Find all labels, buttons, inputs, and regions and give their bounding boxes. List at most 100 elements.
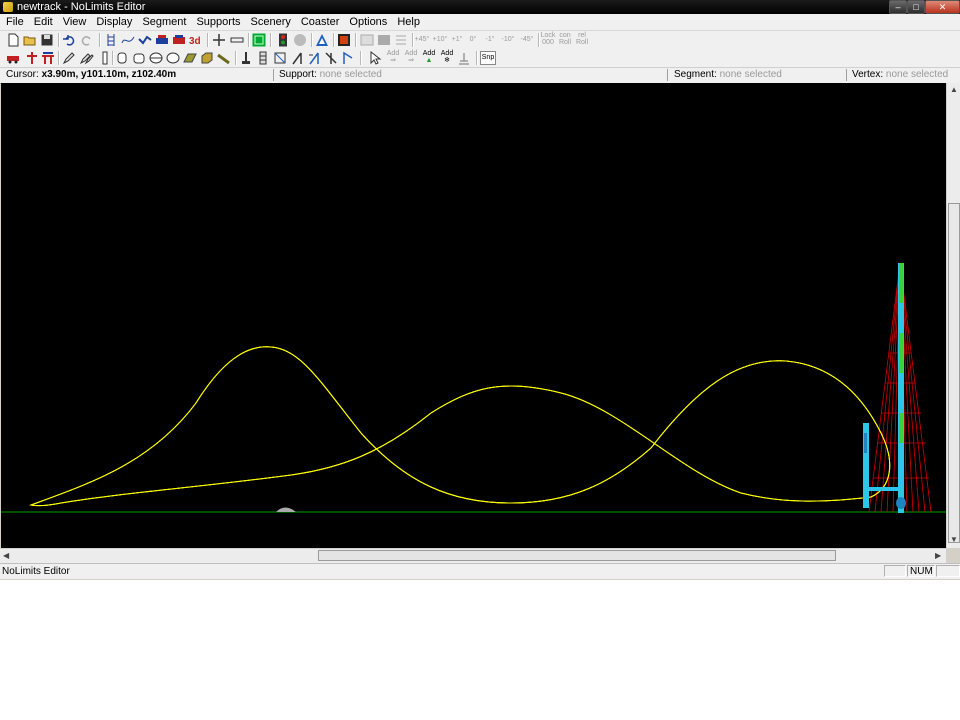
plank-icon[interactable] xyxy=(183,51,197,65)
rotate-minus10-button[interactable]: -10° xyxy=(499,36,517,43)
traffic-light-icon[interactable] xyxy=(276,33,290,47)
vertical-scrollbar[interactable]: ▲ ▼ xyxy=(946,83,960,548)
redo-icon[interactable] xyxy=(80,33,94,47)
scroll-up-arrow[interactable]: ▲ xyxy=(950,85,958,95)
track-rails xyxy=(29,344,892,508)
undo-icon[interactable] xyxy=(62,33,76,47)
wave-icon[interactable] xyxy=(138,33,152,47)
cross-support-icon[interactable] xyxy=(25,51,39,65)
station-icon[interactable] xyxy=(155,33,169,47)
add-connector-button[interactable]: Add ⇒ xyxy=(403,50,419,64)
beam-icon[interactable] xyxy=(217,51,231,65)
ground-node-icon[interactable] xyxy=(457,51,471,65)
rotate-plus45-button[interactable]: +45° xyxy=(414,36,430,43)
brake-icon[interactable] xyxy=(337,33,351,47)
app-icon xyxy=(3,2,13,12)
menu-scenery[interactable]: Scenery xyxy=(246,14,296,30)
title-bar: newtrack - NoLimits Editor – □ ✕ xyxy=(0,0,960,14)
new-file-icon[interactable] xyxy=(6,33,20,47)
view-icon-2 xyxy=(377,33,391,47)
double-pencil-icon[interactable] xyxy=(80,51,94,65)
menu-help[interactable]: Help xyxy=(392,14,425,30)
rotate-plus1-button[interactable]: +1° xyxy=(449,36,465,43)
grid-icon[interactable] xyxy=(252,33,266,47)
view-icon-1 xyxy=(360,33,374,47)
menu-options[interactable]: Options xyxy=(344,14,392,30)
lock-roll-label-2: 000 xyxy=(542,39,554,46)
rotate-minus1-button[interactable]: -1° xyxy=(482,36,498,43)
vertical-scroll-thumb[interactable] xyxy=(948,203,960,543)
lock-roll-label-1: Lock xyxy=(540,32,556,39)
select-cursor-icon[interactable] xyxy=(368,51,382,65)
rel-roll-label-2: Roll xyxy=(575,39,589,46)
add-vertex-icon[interactable] xyxy=(212,33,226,47)
scroll-right-arrow[interactable]: ▶ xyxy=(935,551,941,561)
support-pane: Support: none selected xyxy=(279,68,382,82)
scroll-left-arrow[interactable]: ◀ xyxy=(3,551,9,561)
add-free-node-label: Add xyxy=(386,50,400,57)
support-value: none selected xyxy=(319,69,382,80)
cylinder-icon-4[interactable] xyxy=(166,51,180,65)
status-pane-empty xyxy=(884,565,906,577)
menu-edit[interactable]: Edit xyxy=(29,14,58,30)
track-icon[interactable] xyxy=(104,33,118,47)
pillar-icon[interactable] xyxy=(324,51,338,65)
menu-display[interactable]: Display xyxy=(91,14,137,30)
add-footer-button[interactable]: Add ❄ xyxy=(439,50,455,64)
add-free-node-button[interactable]: Add ⇒ xyxy=(385,50,401,64)
scroll-down-arrow[interactable]: ▼ xyxy=(950,535,958,545)
slant-support-icon[interactable] xyxy=(290,51,304,65)
lock-roll-button[interactable]: Lock 000 xyxy=(540,32,556,46)
status-bar: NoLimits Editor NUM xyxy=(0,563,960,579)
add-connector-label: Add xyxy=(404,50,418,57)
minimize-button[interactable]: – xyxy=(889,0,907,14)
footer-icon[interactable] xyxy=(239,51,253,65)
tower-icon[interactable] xyxy=(256,51,270,65)
car-icon[interactable] xyxy=(6,51,20,65)
window-title: newtrack - NoLimits Editor xyxy=(17,1,146,13)
menu-bar: File Edit View Display Segment Supports Scener… xyxy=(0,14,960,31)
snap-button[interactable]: Snp xyxy=(480,51,496,65)
frame-icon[interactable] xyxy=(273,51,287,65)
menu-supports[interactable]: Supports xyxy=(191,14,245,30)
cylinder-icon-3[interactable] xyxy=(149,51,163,65)
rotate-minus45-button[interactable]: -45° xyxy=(518,36,536,43)
cylinder-icon-2[interactable] xyxy=(132,51,146,65)
menu-coaster[interactable]: Coaster xyxy=(296,14,345,30)
rel-roll-button[interactable]: rel Roll xyxy=(574,32,590,46)
menu-view[interactable]: View xyxy=(58,14,92,30)
menu-file[interactable]: File xyxy=(0,14,29,30)
horizontal-scrollbar[interactable]: ◀ ▶ xyxy=(0,548,946,563)
menu-segment[interactable]: Segment xyxy=(137,14,191,30)
horizontal-scroll-thumb[interactable] xyxy=(318,550,836,561)
save-icon[interactable] xyxy=(40,33,54,47)
terrain-icon[interactable] xyxy=(315,33,329,47)
slant-support-blue-icon[interactable] xyxy=(307,51,321,65)
editor-viewport[interactable] xyxy=(1,83,946,548)
maximize-button[interactable]: □ xyxy=(907,0,925,14)
cylinder-tall-icon[interactable] xyxy=(115,51,129,65)
close-button[interactable]: ✕ xyxy=(925,0,960,14)
con-roll-label-1: con xyxy=(559,32,571,39)
curve-icon[interactable] xyxy=(121,33,135,47)
open-folder-icon[interactable] xyxy=(23,33,37,47)
pencil-icon[interactable] xyxy=(62,51,76,65)
train-icon[interactable] xyxy=(172,33,186,47)
slope-icon[interactable] xyxy=(341,51,355,65)
3d-view-icon[interactable]: 3d xyxy=(189,33,203,47)
vertex-pane: Vertex: none selected xyxy=(852,68,948,82)
split-icon[interactable] xyxy=(41,51,55,65)
num-lock-indicator: NUM xyxy=(907,565,935,577)
pole-icon[interactable] xyxy=(98,51,112,65)
con-roll-button[interactable]: con Roll xyxy=(557,32,573,46)
block-icon[interactable] xyxy=(200,51,214,65)
app-window: newtrack - NoLimits Editor – □ ✕ File Edi… xyxy=(0,0,960,580)
con-roll-label-2: Roll xyxy=(558,39,572,46)
rel-roll-label-1: rel xyxy=(578,32,586,39)
support-label: Support: xyxy=(279,69,317,80)
remove-vertex-icon[interactable] xyxy=(230,33,244,47)
rotate-plus10-button[interactable]: +10° xyxy=(432,36,448,43)
main-toolbar: 3d +45° +10° +1° 0° -1° -10° -45° Lock 00… xyxy=(0,31,960,49)
rotate-zero-button[interactable]: 0° xyxy=(466,36,480,43)
add-node-button[interactable]: Add ▲ xyxy=(421,50,437,64)
